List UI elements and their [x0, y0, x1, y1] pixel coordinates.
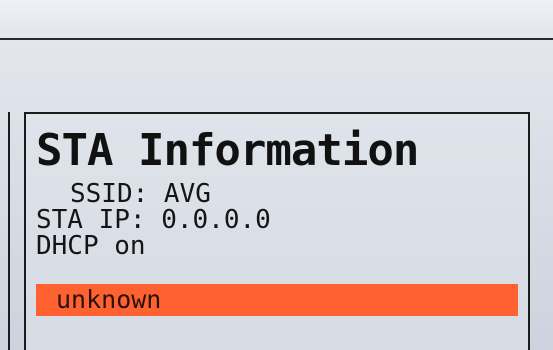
sta-information-panel: STA Information SSID: AVG STA IP: 0.0.0.… [24, 112, 530, 350]
sta-ip-line: STA IP: 0.0.0.0 [36, 205, 271, 235]
ssid-line: SSID: AVG [70, 179, 211, 209]
panel-title: STA Information [36, 125, 419, 176]
status-text: unknown [56, 285, 162, 314]
dhcp-line: DHCP on [36, 231, 146, 261]
device-screen: STA Information SSID: AVG STA IP: 0.0.0.… [0, 0, 553, 350]
left-panel-edge [0, 112, 10, 350]
status-bar: unknown [36, 284, 518, 316]
top-bezel [0, 0, 553, 40]
